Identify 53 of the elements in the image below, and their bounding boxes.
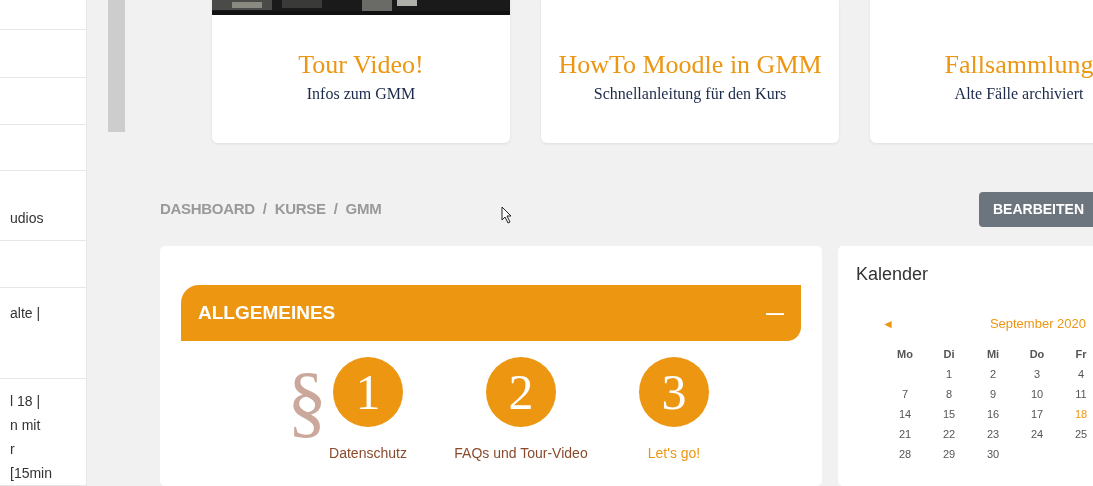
card-subtitle: Alte Fälle archiviert bbox=[954, 84, 1084, 104]
weekday-label: Mo bbox=[897, 346, 913, 362]
calendar-day[interactable]: 24 bbox=[1030, 423, 1044, 444]
link-card[interactable]: Tour Video! Infos zum GMM bbox=[212, 0, 510, 143]
calendar-month: September 2020 bbox=[989, 315, 1086, 333]
edit-button[interactable]: BEARBEITEN bbox=[979, 192, 1093, 227]
step-label: Let's go! bbox=[647, 444, 701, 463]
calendar-day[interactable]: 30 bbox=[986, 443, 1000, 464]
sidebar-item-text[interactable]: n mit bbox=[0, 412, 86, 437]
breadcrumb-separator: / bbox=[262, 199, 267, 220]
sidebar-item-text[interactable]: l 18 | bbox=[0, 388, 86, 413]
step-label: FAQs und Tour-Video bbox=[454, 444, 588, 463]
weekday-label: Fr bbox=[1075, 346, 1087, 362]
calendar-day[interactable]: 16 bbox=[986, 403, 1000, 424]
calendar-day[interactable]: 9 bbox=[989, 383, 997, 404]
mouse-cursor-icon bbox=[501, 205, 514, 224]
calendar-day[interactable]: 1 bbox=[945, 363, 953, 384]
link-card[interactable]: Fallsammlung Alte Fälle archiviert bbox=[870, 0, 1093, 143]
calendar-day[interactable]: 29 bbox=[942, 443, 956, 464]
calendar-day[interactable]: 17 bbox=[1030, 403, 1044, 424]
calendar-day[interactable]: 8 bbox=[945, 383, 953, 404]
step-link[interactable]: 2 FAQs und Tour-Video bbox=[446, 357, 596, 464]
calendar-day[interactable]: 2 bbox=[989, 363, 997, 384]
calendar-title: Kalender bbox=[856, 263, 930, 285]
scrollbar-thumb[interactable] bbox=[108, 0, 125, 132]
calendar-day[interactable]: 14 bbox=[898, 403, 912, 424]
card-title: Tour Video! bbox=[298, 49, 424, 81]
calendar-day[interactable]: 21 bbox=[898, 423, 912, 444]
weekday-label: Mi bbox=[986, 346, 1000, 362]
sidebar-item-text[interactable]: udios bbox=[0, 205, 86, 230]
sidebar-item-text[interactable]: [15min bbox=[0, 460, 86, 485]
calendar-day[interactable]: 28 bbox=[898, 443, 912, 464]
sidebar-item-text[interactable]: alte | bbox=[0, 300, 86, 325]
calendar-day[interactable]: 23 bbox=[986, 423, 1000, 444]
card-subtitle: Schnellanleitung für den Kurs bbox=[593, 84, 787, 104]
link-card[interactable]: HowTo Moodle in GMM Schnellanleitung für den Kurs bbox=[541, 0, 839, 143]
calendar-day[interactable]: 15 bbox=[942, 403, 956, 424]
card-title: Fallsammlung bbox=[944, 49, 1093, 81]
weekday-label: Do bbox=[1029, 346, 1045, 362]
breadcrumb-separator: / bbox=[333, 199, 338, 220]
calendar-day[interactable]: 4 bbox=[1077, 363, 1085, 384]
calendar-day[interactable]: 3 bbox=[1033, 363, 1041, 384]
calendar-day[interactable]: 10 bbox=[1030, 383, 1044, 404]
calendar-day[interactable]: 22 bbox=[942, 423, 956, 444]
calendar-day[interactable]: 7 bbox=[901, 383, 909, 404]
weekday-label: Di bbox=[943, 346, 955, 362]
calendar-day[interactable]: 25 bbox=[1074, 423, 1088, 444]
card-subtitle: Infos zum GMM bbox=[306, 84, 416, 104]
calendar-day[interactable]: 11 bbox=[1075, 383, 1087, 404]
step-label: Datenschutz bbox=[329, 444, 407, 463]
section-title: ALLGEMEINES bbox=[198, 300, 336, 325]
sidebar-item-text[interactable]: r bbox=[0, 436, 86, 461]
card-title: HowTo Moodle in GMM bbox=[558, 49, 822, 81]
